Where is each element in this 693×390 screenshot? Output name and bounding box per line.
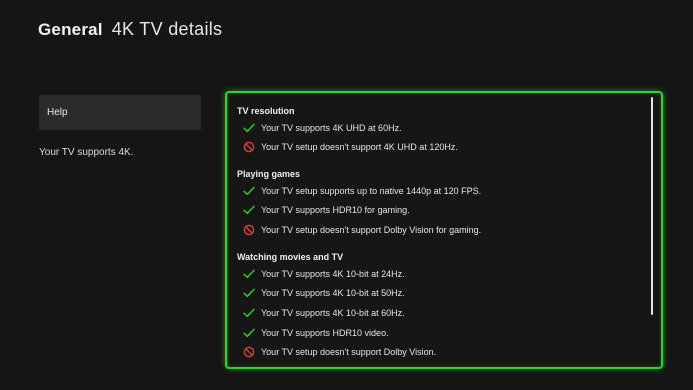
blocked-icon: [242, 346, 256, 358]
help-button-label: Help: [47, 107, 68, 118]
help-button[interactable]: Help: [39, 95, 201, 130]
group-title: TV resolution: [237, 106, 295, 116]
check-icon: [242, 204, 256, 216]
check-icon: [242, 327, 256, 339]
list-item-text: Your TV supports 4K 10-bit at 60Hz.: [261, 307, 405, 318]
list-item: Your TV supports HDR10 video.: [237, 323, 436, 343]
list-item: Your TV setup supports up to native 1440…: [237, 181, 481, 201]
list-item: Your TV supports 4K 10-bit at 60Hz.: [237, 303, 436, 323]
check-icon: [242, 268, 256, 280]
section-title: General: [38, 20, 103, 39]
list-item: Your TV supports 4K UHD at 60Hz.: [237, 118, 458, 138]
page-title: 4K TV details: [111, 19, 223, 39]
list-item-text: Your TV setup doesn't support Dolby Visi…: [261, 347, 437, 358]
check-icon: [242, 122, 256, 134]
scrollbar[interactable]: [651, 97, 653, 315]
list-item: Your TV setup doesn't support Dolby Visi…: [237, 220, 481, 240]
blocked-icon: [242, 224, 256, 236]
check-icon: [242, 287, 256, 299]
list-item: Your TV setup doesn't support Dolby Visi…: [237, 342, 436, 362]
blocked-icon: [242, 141, 256, 153]
list-item: Your TV supports 4K 10-bit at 24Hz.: [237, 264, 436, 284]
list-item-text: Your TV supports HDR10 video.: [261, 327, 389, 338]
group-watching-movies: Watching movies and TV Your TV supports …: [237, 250, 436, 362]
list-item-text: Your TV supports 4K 10-bit at 50Hz.: [261, 288, 405, 299]
group-tv-resolution: TV resolution Your TV supports 4K UHD at…: [237, 104, 458, 157]
list-item-text: Your TV setup doesn't support Dolby Visi…: [261, 224, 482, 235]
group-title: Playing games: [237, 169, 301, 179]
list-item-text: Your TV supports 4K 10-bit at 24Hz.: [261, 268, 405, 279]
list-item-text: Your TV supports HDR10 for gaming.: [261, 205, 410, 216]
list-item: Your TV supports 4K 10-bit at 50Hz.: [237, 284, 436, 304]
group-title: Watching movies and TV: [237, 252, 344, 262]
screen: General 4K TV details Help Your TV suppo…: [0, 0, 693, 390]
list-item-text: Your TV setup doesn't support 4K UHD at …: [261, 142, 458, 153]
list-item-text: Your TV supports 4K UHD at 60Hz.: [261, 122, 402, 133]
check-icon: [242, 185, 256, 197]
check-icon: [242, 307, 256, 319]
support-summary: Your TV supports 4K.: [39, 147, 134, 158]
list-item: Your TV supports HDR10 for gaming.: [237, 201, 481, 221]
page-header: General 4K TV details: [38, 19, 222, 40]
list-item-text: Your TV setup supports up to native 1440…: [261, 185, 482, 196]
details-panel[interactable]: TV resolution Your TV supports 4K UHD at…: [225, 91, 663, 369]
group-playing-games: Playing games Your TV setup supports up …: [237, 167, 481, 240]
list-item: Your TV setup doesn't support 4K UHD at …: [237, 138, 458, 158]
